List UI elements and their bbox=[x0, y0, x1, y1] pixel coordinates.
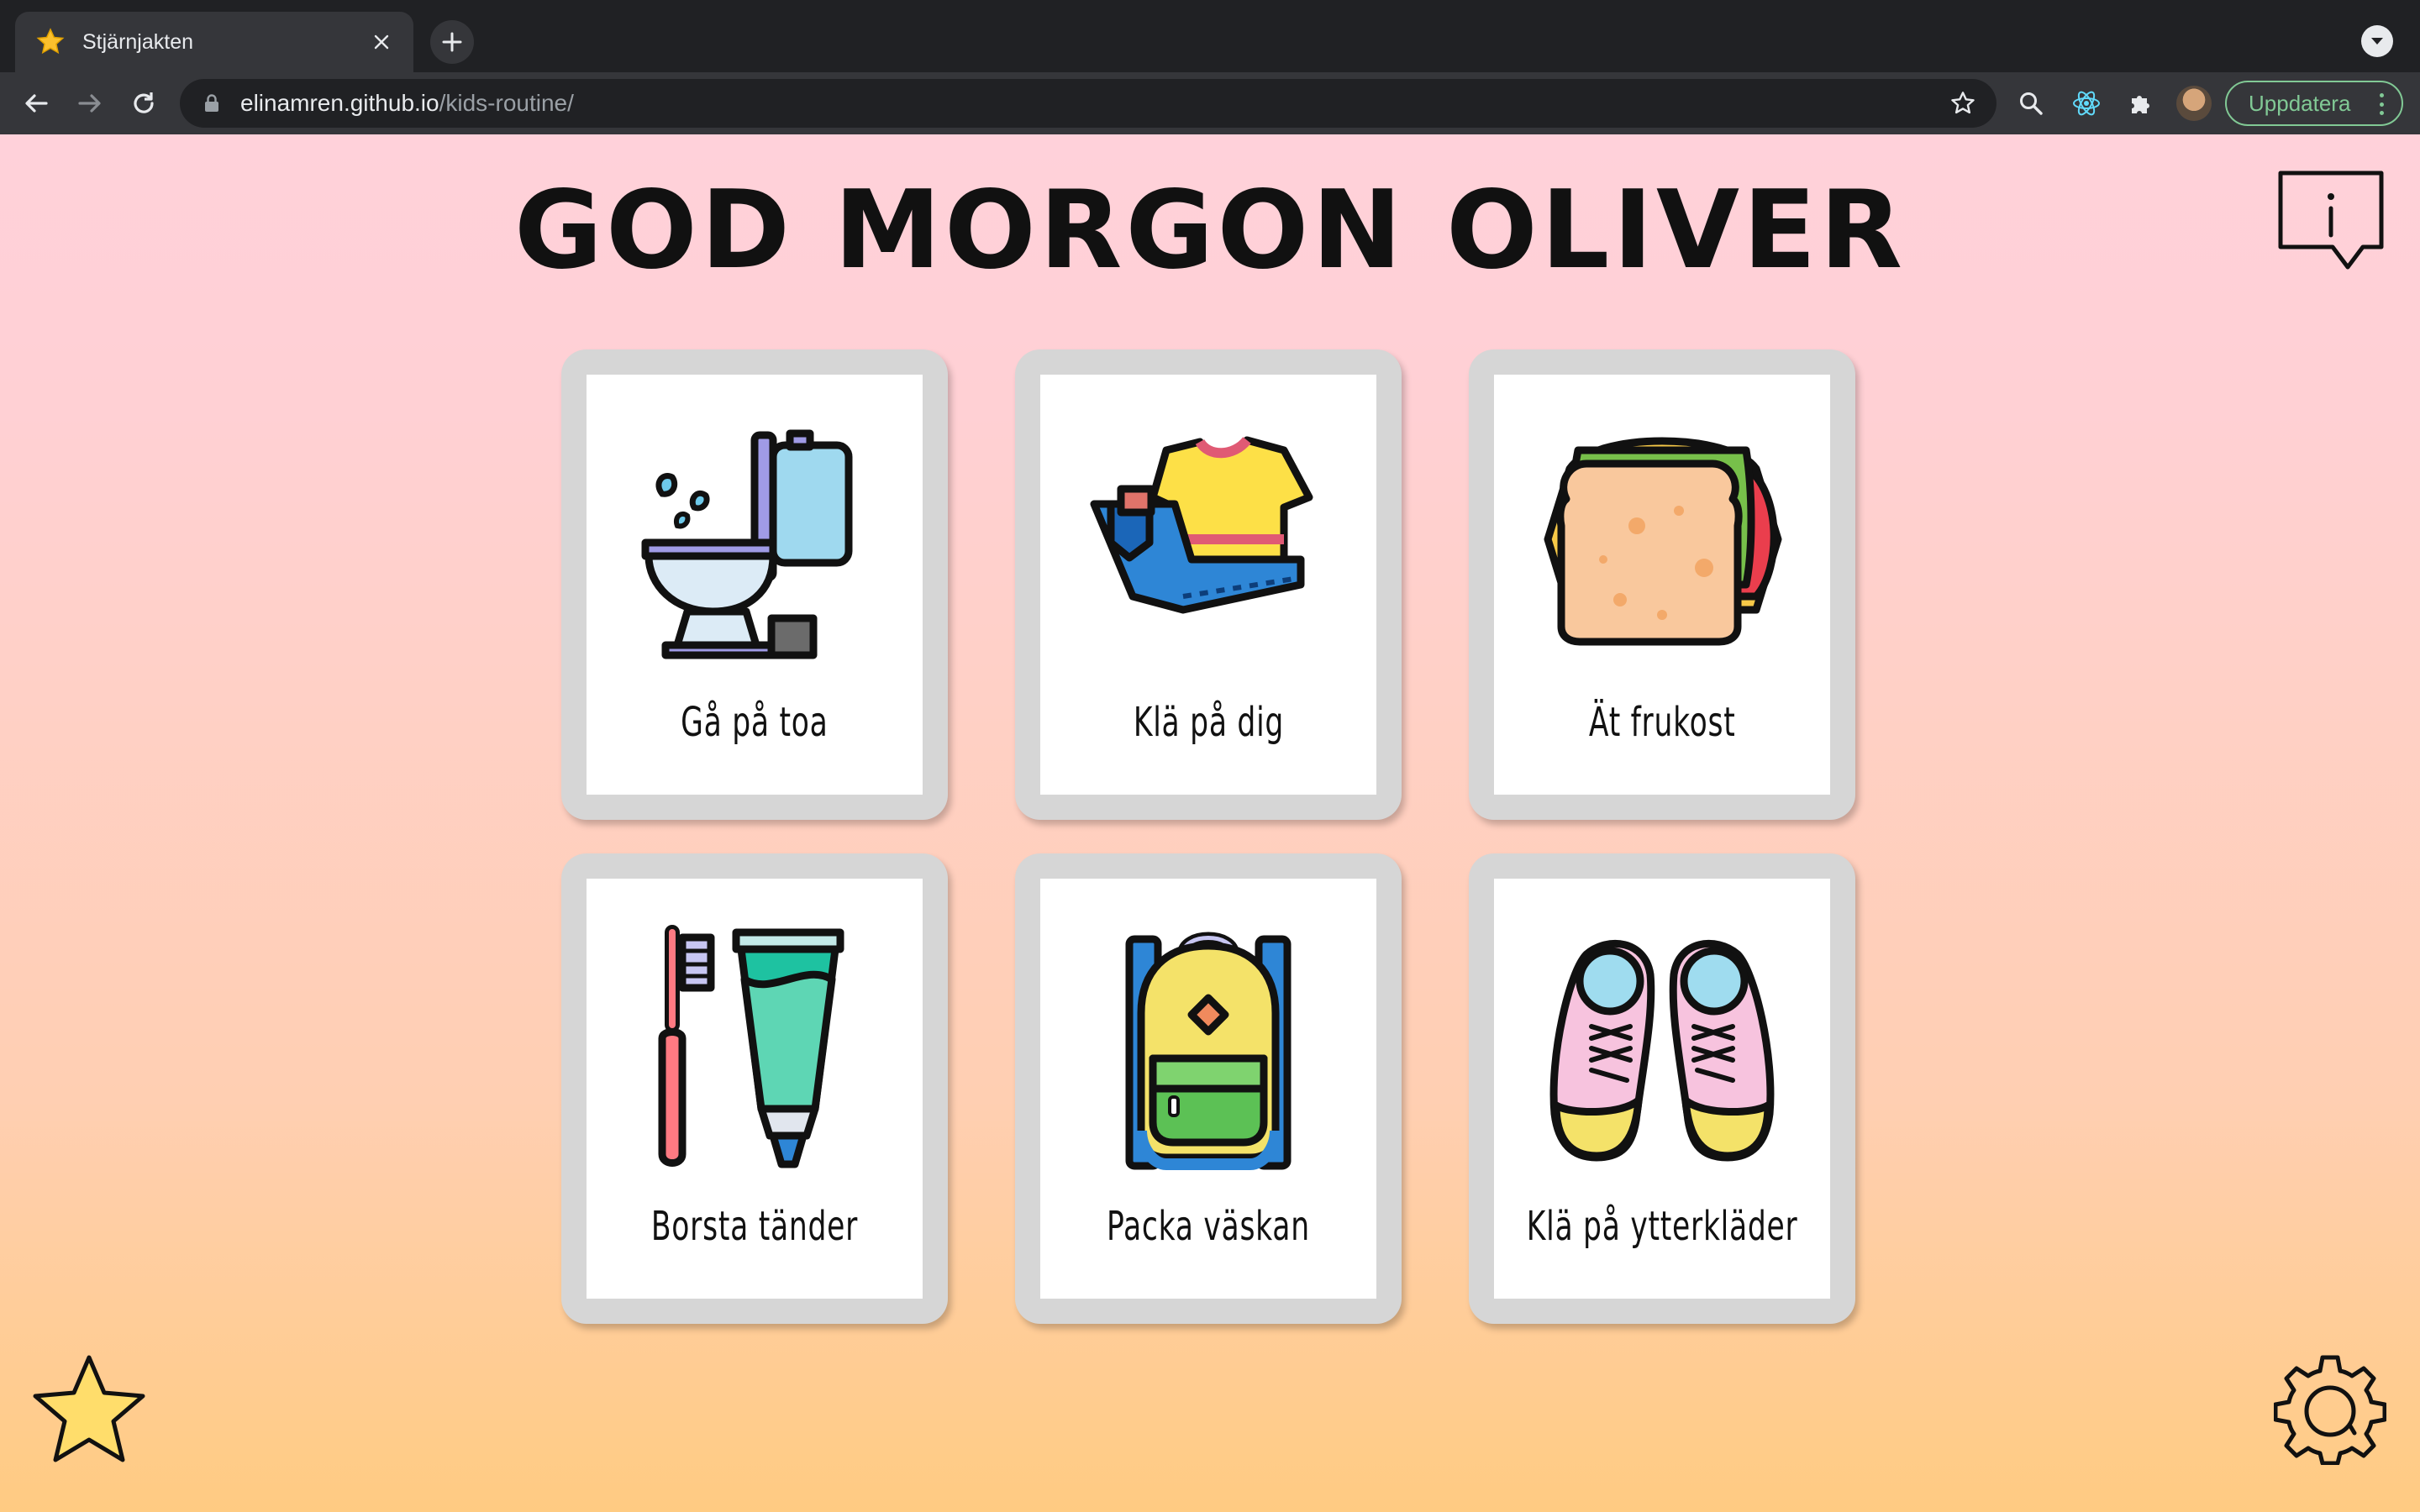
tab-search-icon[interactable] bbox=[2361, 25, 2393, 57]
clothes-icon bbox=[1090, 436, 1313, 614]
bookmark-star-icon[interactable] bbox=[1949, 90, 1976, 117]
sandwich-icon bbox=[1544, 437, 1782, 646]
card-label: Klä på dig bbox=[1133, 699, 1284, 746]
reload-icon[interactable] bbox=[124, 84, 163, 123]
browser-tab-bar: Stjärnjakten bbox=[0, 0, 2420, 72]
shoes-icon bbox=[1549, 939, 1775, 1162]
routine-card[interactable]: Packa väskan bbox=[1015, 853, 1402, 1324]
react-devtools-icon[interactable] bbox=[2065, 82, 2107, 124]
info-icon[interactable] bbox=[2275, 168, 2386, 279]
forward-icon[interactable] bbox=[71, 84, 109, 123]
extensions-puzzle-icon[interactable] bbox=[2119, 82, 2161, 124]
browser-tab[interactable]: Stjärnjakten bbox=[15, 12, 413, 72]
browser-toolbar: elinamren.github.io/kids-routine/ Uppdat… bbox=[0, 72, 2420, 134]
settings-gear-icon[interactable] bbox=[2274, 1352, 2386, 1465]
menu-dots-icon bbox=[2380, 93, 2385, 115]
card-label: Gå på toa bbox=[681, 699, 829, 746]
tab-close-icon[interactable] bbox=[366, 27, 397, 57]
page-title: GOD MORGON OLIVER bbox=[513, 168, 1907, 293]
favicon-star-icon bbox=[36, 28, 65, 55]
tab-title: Stjärnjakten bbox=[82, 29, 194, 54]
search-icon[interactable] bbox=[2010, 82, 2052, 124]
routine-grid: Gå på toa Klä på dig Ät frukost Borsta t… bbox=[561, 349, 1859, 1324]
card-label: Packa väskan bbox=[1107, 1203, 1310, 1250]
address-bar[interactable]: elinamren.github.io/kids-routine/ bbox=[180, 79, 1996, 128]
url-host: elinamren.github.io bbox=[240, 90, 439, 116]
card-label: Ät frukost bbox=[1588, 699, 1736, 746]
routine-card[interactable]: Borsta tänder bbox=[561, 853, 948, 1324]
toothbrush-icon bbox=[658, 925, 844, 1168]
toilet-icon bbox=[641, 429, 853, 659]
update-button[interactable]: Uppdatera bbox=[2225, 81, 2403, 126]
card-label: Klä på ytterkläder bbox=[1526, 1203, 1798, 1250]
routine-card[interactable]: Klä på dig bbox=[1015, 349, 1402, 820]
update-label: Uppdatera bbox=[2249, 90, 2351, 116]
new-tab-button[interactable] bbox=[430, 20, 474, 64]
page-content: GOD MORGON OLIVER Gå på toa Klä på dig Ä… bbox=[0, 134, 2420, 1512]
routine-card[interactable]: Gå på toa bbox=[561, 349, 948, 820]
routine-card[interactable]: Ät frukost bbox=[1469, 349, 1855, 820]
backpack-icon bbox=[1125, 932, 1292, 1170]
routine-card[interactable]: Klä på ytterkläder bbox=[1469, 853, 1855, 1324]
back-icon[interactable] bbox=[17, 84, 55, 123]
lock-icon bbox=[205, 94, 218, 112]
url-text: elinamren.github.io/kids-routine/ bbox=[240, 90, 1949, 117]
card-label: Borsta tänder bbox=[650, 1203, 859, 1250]
profile-avatar[interactable] bbox=[2176, 86, 2212, 121]
star-rewards-icon[interactable] bbox=[30, 1352, 148, 1467]
url-path: /kids-routine/ bbox=[439, 90, 574, 116]
